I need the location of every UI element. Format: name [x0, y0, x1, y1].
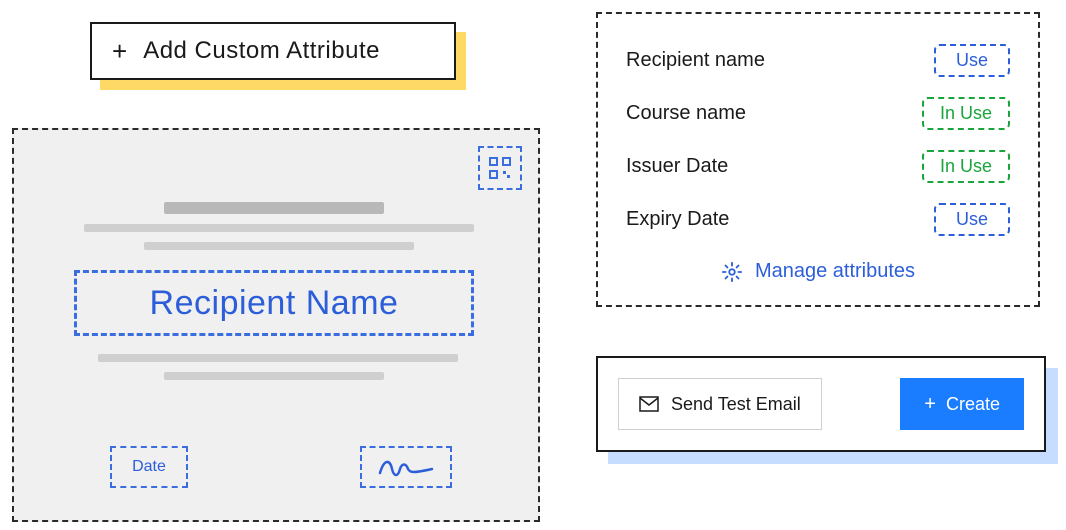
- recipient-name-slot[interactable]: Recipient Name: [74, 270, 474, 336]
- placeholder-line: [164, 372, 384, 380]
- placeholder-line: [144, 242, 414, 250]
- attribute-name: Expiry Date: [626, 208, 729, 231]
- recipient-name-placeholder: Recipient Name: [150, 284, 399, 323]
- attribute-name: Course name: [626, 102, 746, 125]
- add-custom-attribute-label: Add Custom Attribute: [143, 37, 380, 65]
- create-button[interactable]: + Create: [900, 378, 1024, 430]
- send-test-email-label: Send Test Email: [671, 394, 801, 415]
- envelope-icon: [639, 396, 659, 412]
- attribute-use-button[interactable]: Use: [934, 203, 1010, 236]
- attribute-row: Course name In Use: [626, 87, 1010, 140]
- signature-icon: [376, 455, 436, 479]
- plus-icon: +: [924, 393, 936, 416]
- manage-attributes-label: Manage attributes: [755, 260, 915, 283]
- placeholder-line: [164, 202, 384, 214]
- send-test-email-button[interactable]: Send Test Email: [618, 378, 822, 430]
- add-custom-attribute-button[interactable]: + Add Custom Attribute: [90, 22, 456, 80]
- attribute-name: Recipient name: [626, 49, 765, 72]
- placeholder-line: [98, 354, 458, 362]
- actions-panel: Send Test Email + Create: [596, 356, 1046, 452]
- attributes-panel: Recipient name Use Course name In Use Is…: [596, 12, 1040, 307]
- plus-icon: +: [112, 36, 127, 67]
- placeholder-line: [84, 224, 474, 232]
- attribute-inuse-badge[interactable]: In Use: [922, 150, 1010, 183]
- date-placeholder: Date: [132, 458, 166, 476]
- attribute-use-button[interactable]: Use: [934, 44, 1010, 77]
- attribute-row: Expiry Date Use: [626, 193, 1010, 246]
- gear-icon: [721, 261, 743, 283]
- attribute-inuse-badge[interactable]: In Use: [922, 97, 1010, 130]
- signature-slot[interactable]: [360, 446, 452, 488]
- certificate-preview-panel: Recipient Name Date: [12, 128, 540, 522]
- qr-code-placeholder[interactable]: [478, 146, 522, 190]
- manage-attributes-link[interactable]: Manage attributes: [626, 260, 1010, 283]
- attribute-name: Issuer Date: [626, 155, 728, 178]
- attribute-row: Recipient name Use: [626, 34, 1010, 87]
- create-label: Create: [946, 394, 1000, 415]
- attribute-row: Issuer Date In Use: [626, 140, 1010, 193]
- date-slot[interactable]: Date: [110, 446, 188, 488]
